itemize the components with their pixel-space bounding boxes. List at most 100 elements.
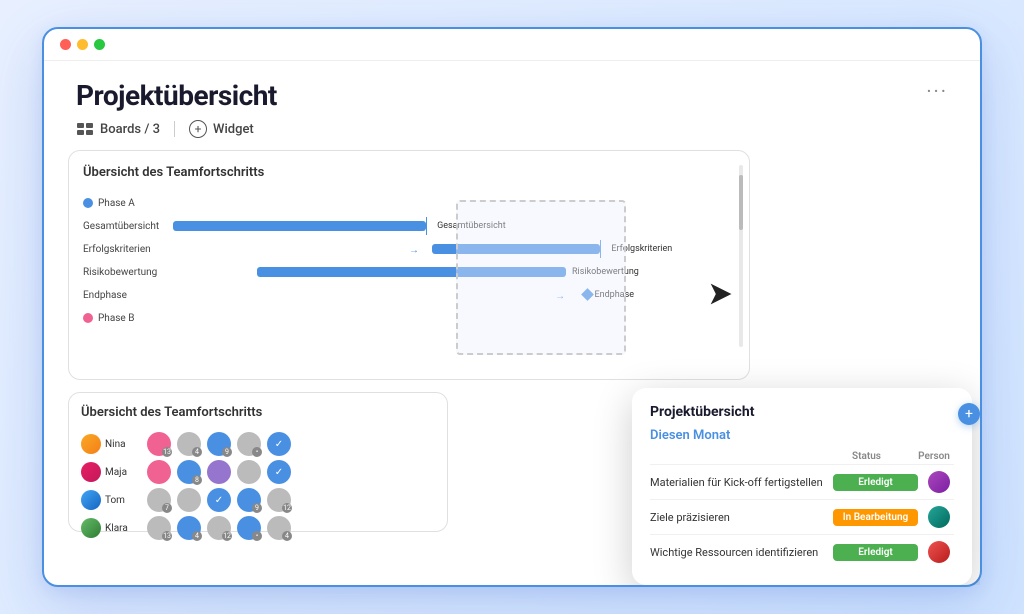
team-title: Übersicht des Teamfortschritts <box>81 405 435 420</box>
nina-count-3: 9 <box>222 447 232 457</box>
task-2-avatar <box>928 506 950 528</box>
maja-count-2: 8 <box>192 475 202 485</box>
tom-count-1: 7 <box>162 503 172 513</box>
task-3-person <box>924 541 954 563</box>
maja-dot-1 <box>147 460 171 484</box>
gantt-phase-a-row: Phase A <box>83 192 735 214</box>
tom-name: Tom <box>105 495 125 506</box>
task-1-avatar <box>928 471 950 493</box>
task-2-person <box>924 506 954 528</box>
cursor-arrow <box>707 280 735 312</box>
task-1-status: Erledigt <box>833 474 918 491</box>
scrollbar-track <box>739 165 743 347</box>
browser-window: Projektübersicht ··· Boards / 3 + Widget… <box>42 27 982 587</box>
scrollbar-thumb <box>739 175 743 230</box>
col-spacer <box>650 451 819 462</box>
phase-b-chart <box>173 309 735 327</box>
team-grid: Nina 13 4 9 • <box>81 432 435 540</box>
task-1-name: Materialien für Kick-off fertigstellen <box>650 476 827 489</box>
gesamt-vline <box>426 217 427 235</box>
nina-info: Nina <box>81 434 141 454</box>
task-1-person <box>924 471 954 493</box>
maja-dot-4 <box>237 460 261 484</box>
floating-card-month: Diesen Monat <box>650 428 954 443</box>
tom-count-4: 9 <box>252 503 262 513</box>
plus-add-button[interactable]: + <box>958 403 980 425</box>
floating-card-title: Projektübersicht <box>650 404 954 420</box>
task-2-name: Ziele präzisieren <box>650 511 827 524</box>
nina-check: ✓ <box>275 439 283 450</box>
nina-dot-1: 13 <box>147 432 171 456</box>
gantt-row-end: Endphase → Endphase <box>83 284 735 306</box>
minimize-dot[interactable] <box>77 39 88 50</box>
page-title: Projektübersicht <box>76 79 277 112</box>
gesamt-chart: Gesamtübersicht <box>173 217 735 235</box>
task-2-status: In Bearbeitung <box>833 509 918 526</box>
maja-avatar <box>81 462 101 482</box>
nav-divider <box>174 121 175 137</box>
tom-dot-1: 7 <box>147 488 171 512</box>
phase-b-text: Phase B <box>98 313 134 324</box>
gantt-row-risiko: Risikobewertung Risikobewertung <box>83 261 735 283</box>
maja-name: Maja <box>105 467 127 478</box>
gesamt-bar <box>173 221 426 231</box>
maximize-dot[interactable] <box>94 39 105 50</box>
task-row-2: Ziele präzisieren In Bearbeitung <box>650 499 954 534</box>
app-content: Projektübersicht ··· Boards / 3 + Widget… <box>44 61 980 585</box>
app-nav: Boards / 3 + Widget <box>44 120 980 150</box>
phase-a-text: Phase A <box>98 198 135 209</box>
nina-count-2: 4 <box>192 447 202 457</box>
col-status-header: Status <box>819 451 914 462</box>
nina-dot-2: 4 <box>177 432 201 456</box>
nina-name: Nina <box>105 439 126 450</box>
main-area: Übersicht des Teamfortschritts Phase A G… <box>44 150 980 585</box>
close-dot[interactable] <box>60 39 71 50</box>
nina-avatar <box>81 434 101 454</box>
klara-avatar <box>81 518 101 538</box>
tom-info: Tom <box>81 490 141 510</box>
tom-dot-2 <box>177 488 201 512</box>
boards-label[interactable]: Boards / 3 <box>100 122 160 137</box>
end-label: Endphase <box>83 290 173 301</box>
klara-dot-5: 4 <box>267 516 291 540</box>
erfolg-arrow: → <box>409 245 419 256</box>
klara-count-4: • <box>252 531 262 541</box>
phase-a-dot <box>83 198 93 208</box>
klara-dot-1: 13 <box>147 516 171 540</box>
tom-check: ✓ <box>215 495 223 506</box>
klara-count-5: 4 <box>282 531 292 541</box>
klara-name: Klara <box>105 523 128 534</box>
klara-dot-2: 4 <box>177 516 201 540</box>
team-panel: Übersicht des Teamfortschritts Nina 13 <box>68 392 448 532</box>
task-row-3: Wichtige Ressourcen identifizieren Erled… <box>650 534 954 569</box>
gantt-row-erfolg: Erfolgskriterien → Erfolgskriterien <box>83 238 735 260</box>
erfolg-chart: → Erfolgskriterien <box>173 240 735 258</box>
more-menu-icon[interactable]: ··· <box>926 79 948 103</box>
klara-dot-3: 12 <box>207 516 231 540</box>
maja-info: Maja <box>81 462 141 482</box>
tom-dot-5: 12 <box>267 488 291 512</box>
erfolg-label: Erfolgskriterien <box>83 244 173 255</box>
nina-count-1: 13 <box>162 447 172 457</box>
tom-avatar <box>81 490 101 510</box>
member-row-klara: Klara 13 4 12 • <box>81 516 435 540</box>
nina-dot-3: 9 <box>207 432 231 456</box>
dashed-placeholder <box>456 200 626 355</box>
app-header: Projektübersicht ··· <box>44 61 980 120</box>
nina-count-4: • <box>252 447 262 457</box>
task-row-1: Materialien für Kick-off fertigstellen E… <box>650 464 954 499</box>
member-row-nina: Nina 13 4 9 • <box>81 432 435 456</box>
phase-b-dot <box>83 313 93 323</box>
phase-b-label: Phase B <box>83 313 173 324</box>
klara-count-1: 13 <box>162 531 172 541</box>
col-headers: Status Person <box>650 451 954 462</box>
phase-a-label: Phase A <box>83 198 173 209</box>
add-widget-icon[interactable]: + <box>189 120 207 138</box>
maja-check: ✓ <box>275 467 283 478</box>
nina-dot-4: • <box>237 432 261 456</box>
gantt-panel: Übersicht des Teamfortschritts Phase A G… <box>68 150 750 380</box>
gantt-row-gesamt: Gesamtübersicht Gesamtübersicht <box>83 215 735 237</box>
boards-icon <box>76 122 94 136</box>
klara-dot-4: • <box>237 516 261 540</box>
tom-count-5: 12 <box>282 503 292 513</box>
